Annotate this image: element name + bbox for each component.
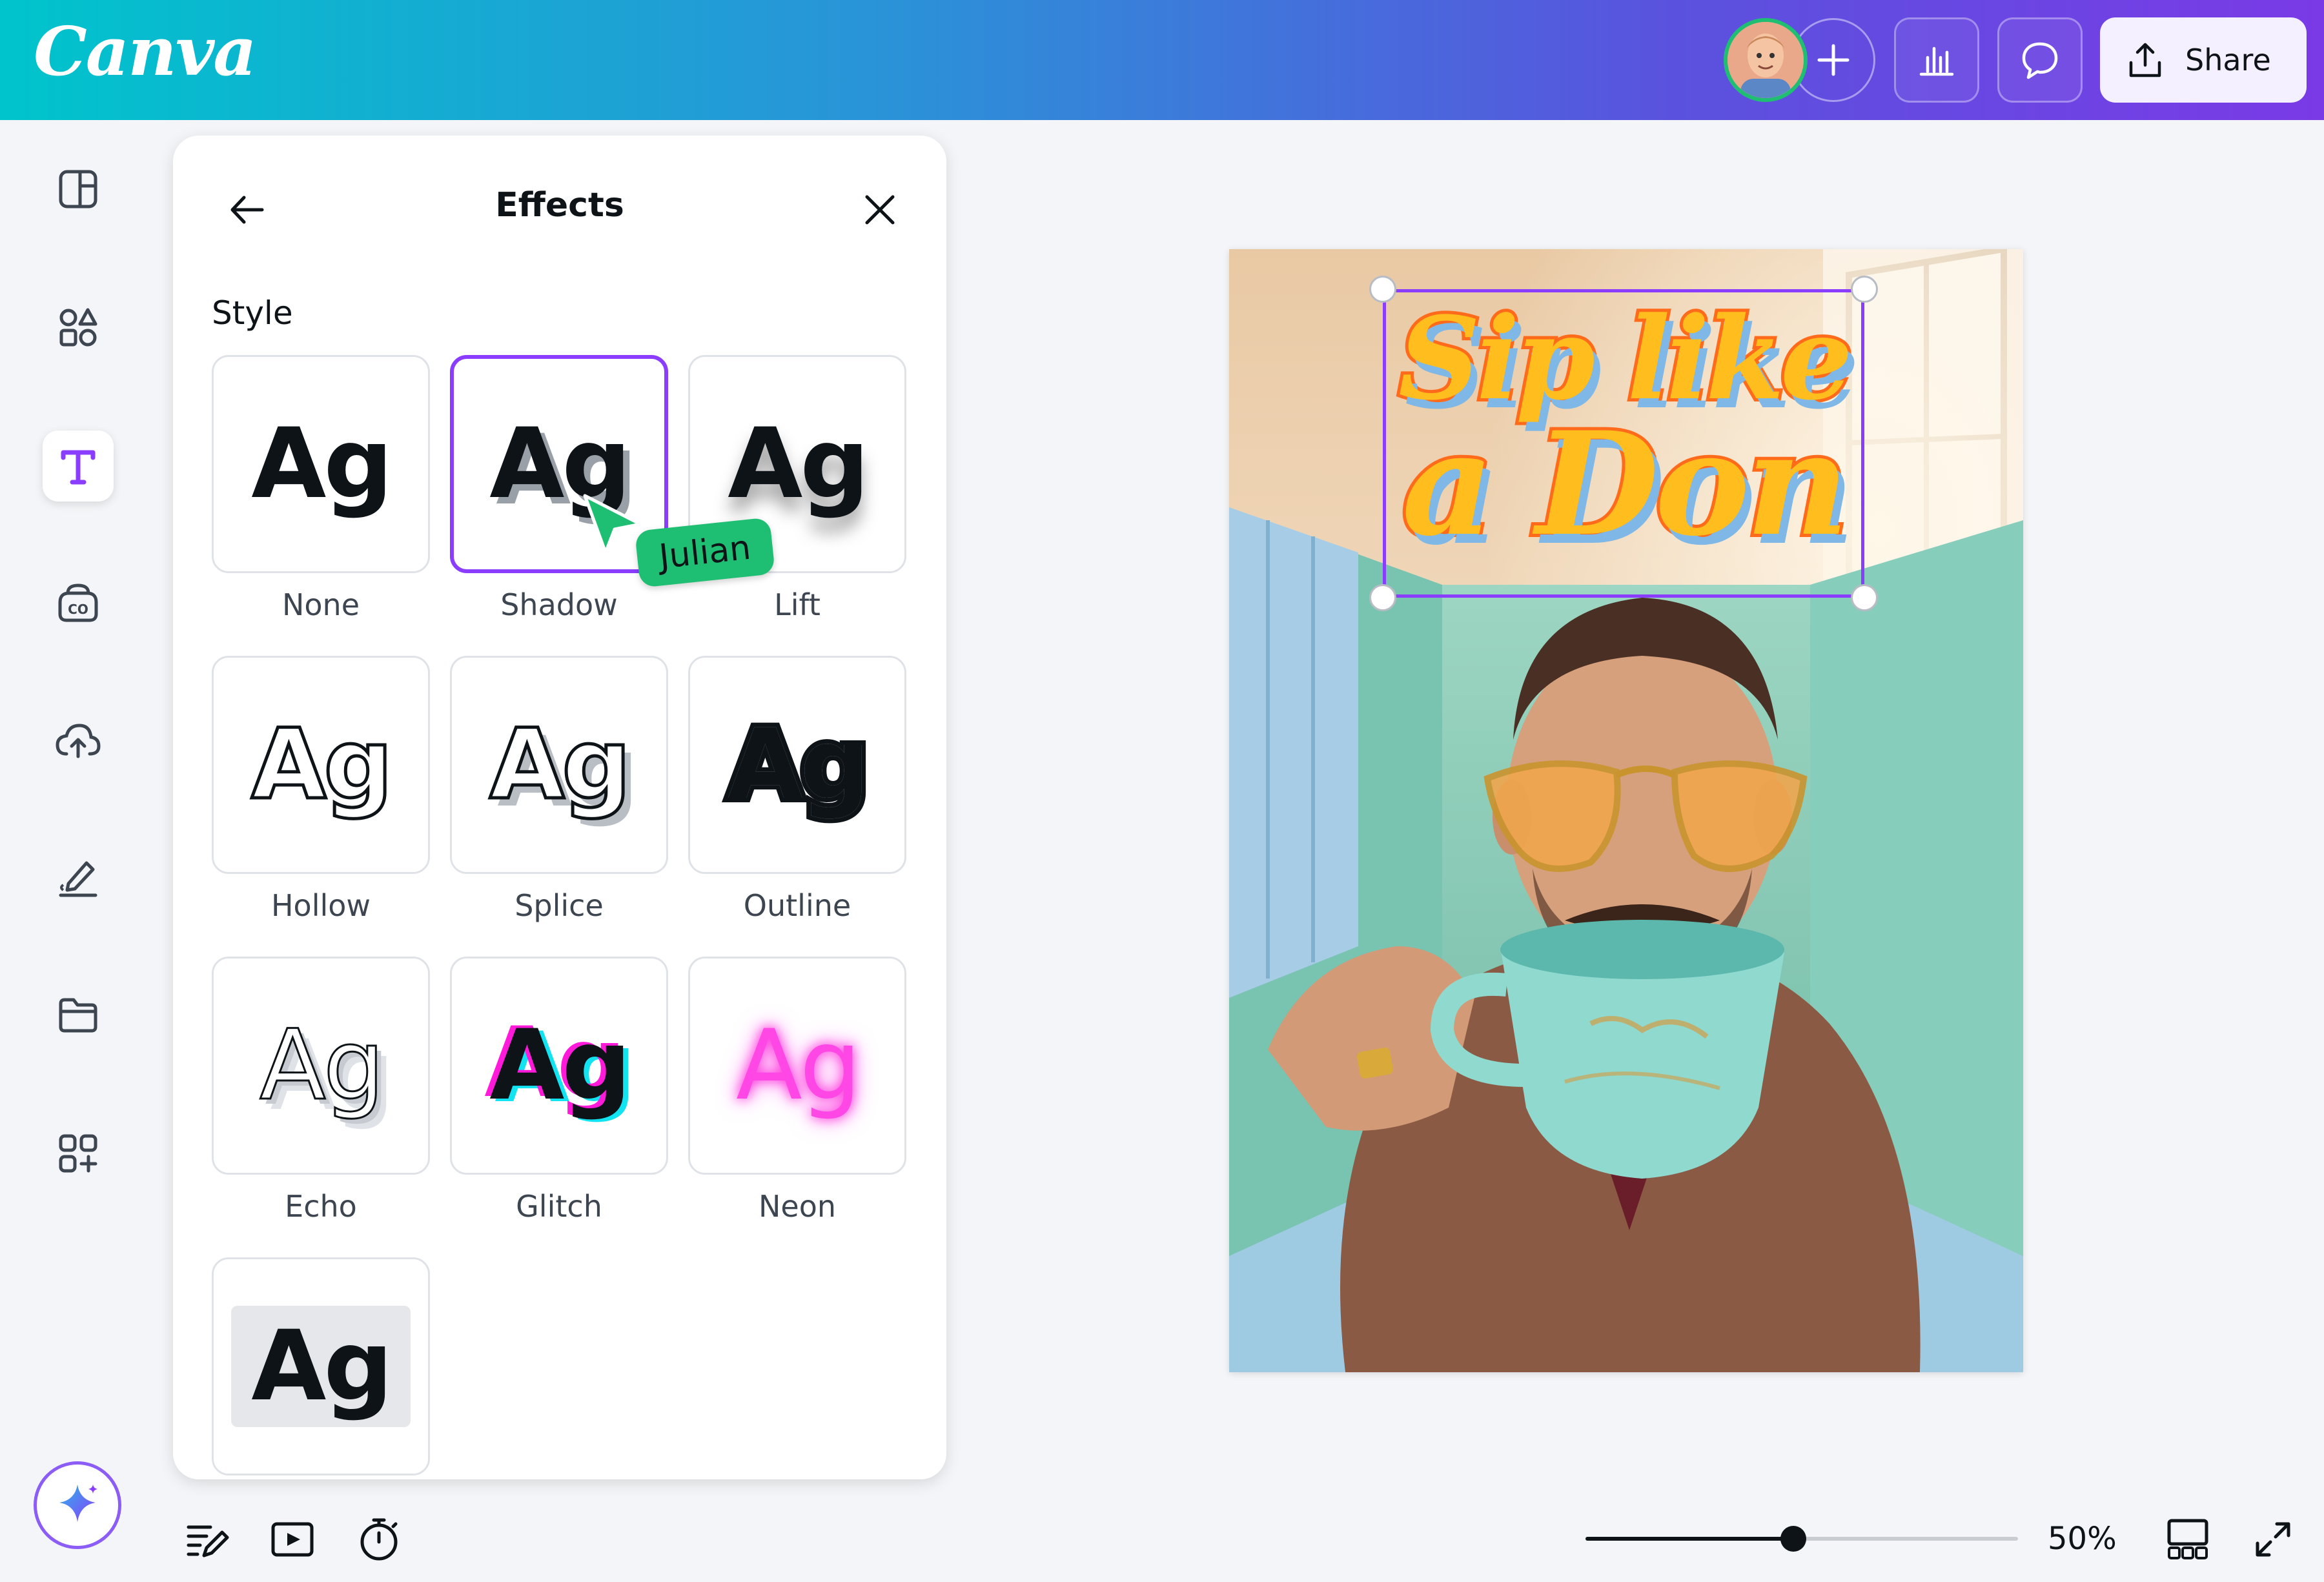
draw-icon [59,861,97,897]
style-lift-sample: Ag [728,408,869,520]
style-background-tile[interactable]: Ag [212,1257,430,1476]
style-echo-tile[interactable]: Ag [212,957,430,1175]
style-splice-sample: Ag [488,709,633,821]
close-icon [865,195,895,225]
style-neon-tile[interactable]: Ag [688,957,906,1175]
share-label: Share [2185,43,2271,77]
style-outline-label: Outline [743,888,851,923]
canva-logo[interactable]: Canva [34,12,257,91]
zoom-slider[interactable] [1585,1526,2018,1552]
resize-handle-top-left[interactable] [1369,276,1396,303]
close-panel-button[interactable] [851,181,909,239]
share-upload-icon [2129,43,2161,77]
style-none-label: None [281,587,360,622]
style-echo-sample: Ag [259,1009,386,1122]
zoom-level[interactable]: 50% [2048,1521,2117,1557]
analytics-icon [1919,46,1954,76]
resize-handle-bottom-left[interactable] [1369,584,1396,611]
rail-design-button[interactable] [43,154,114,225]
rail-draw-button[interactable] [43,842,114,913]
comments-button[interactable] [1997,17,2083,103]
style-outline-sample: Ag [723,709,874,821]
panel-title: Effects [495,186,624,225]
apps-icon [59,1134,97,1173]
style-echo-label: Echo [285,1189,357,1224]
rail-projects-button[interactable] [43,979,114,1050]
background-swatch: Ag [231,1306,411,1427]
style-neon-sample: Ag [736,1009,861,1122]
style-none-tile[interactable]: Ag [212,355,430,573]
rail-apps-button[interactable] [43,1118,114,1189]
text-selection-box [1383,289,1864,598]
style-splice-tile[interactable]: Ag [450,656,668,874]
style-hollow-label: Hollow [270,888,371,923]
zoom-slider-fill [1585,1537,1793,1541]
notes-button[interactable] [178,1510,236,1568]
magic-sparkle-icon [59,1485,97,1522]
user-avatar[interactable] [1724,18,1808,102]
timer-icon [360,1518,398,1561]
present-button[interactable] [263,1510,321,1568]
style-hollow-tile[interactable]: Ag [212,656,430,874]
svg-text:CO: CO [68,602,88,617]
collaborator-cursor-icon [583,494,642,554]
uploads-icon [56,724,101,758]
style-section-label: Style [212,294,293,332]
elements-icon [59,308,97,347]
effects-panel: Effects Style Ag None Ag Shadow Ag Lift … [173,136,946,1479]
comment-icon [2022,42,2058,79]
notes-icon [187,1525,229,1557]
projects-icon [59,998,97,1033]
style-background-sample: Ag [251,1310,392,1423]
rail-text-button[interactable] [43,431,114,502]
style-glitch-tile[interactable]: Ag [450,957,668,1175]
present-icon [271,1522,314,1557]
style-glitch-label: Glitch [516,1189,602,1224]
rail-elements-button[interactable] [43,292,114,363]
magic-button[interactable] [34,1461,121,1549]
rail-brand-button[interactable]: CO [43,568,114,639]
style-splice-label: Splice [515,888,604,923]
fullscreen-button[interactable] [2244,1510,2302,1568]
style-outline-tile[interactable]: Ag [688,656,906,874]
resize-handle-top-right[interactable] [1851,276,1878,303]
style-lift-label: Lift [774,587,821,622]
timer-button[interactable] [350,1510,408,1568]
grid-view-icon [2167,1519,2208,1559]
style-neon-label: Neon [758,1189,836,1224]
style-hollow-sample: Ag [250,709,394,821]
design-icon [59,170,97,208]
analytics-button[interactable] [1894,17,1979,103]
plus-icon [1817,44,1850,76]
fullscreen-icon [2256,1522,2290,1557]
brand-icon: CO [58,583,98,622]
rail-uploads-button[interactable] [43,705,114,776]
text-icon [61,450,96,485]
top-bar: Canva Share [0,0,2324,120]
resize-handle-bottom-right[interactable] [1851,584,1878,611]
style-none-sample: Ag [251,408,392,520]
zoom-slider-thumb[interactable] [1780,1526,1806,1552]
grid-view-button[interactable] [2159,1510,2217,1568]
style-glitch-sample: Ag [489,1009,631,1122]
share-button[interactable]: Share [2100,17,2307,103]
style-shadow-label: Shadow [500,587,618,622]
